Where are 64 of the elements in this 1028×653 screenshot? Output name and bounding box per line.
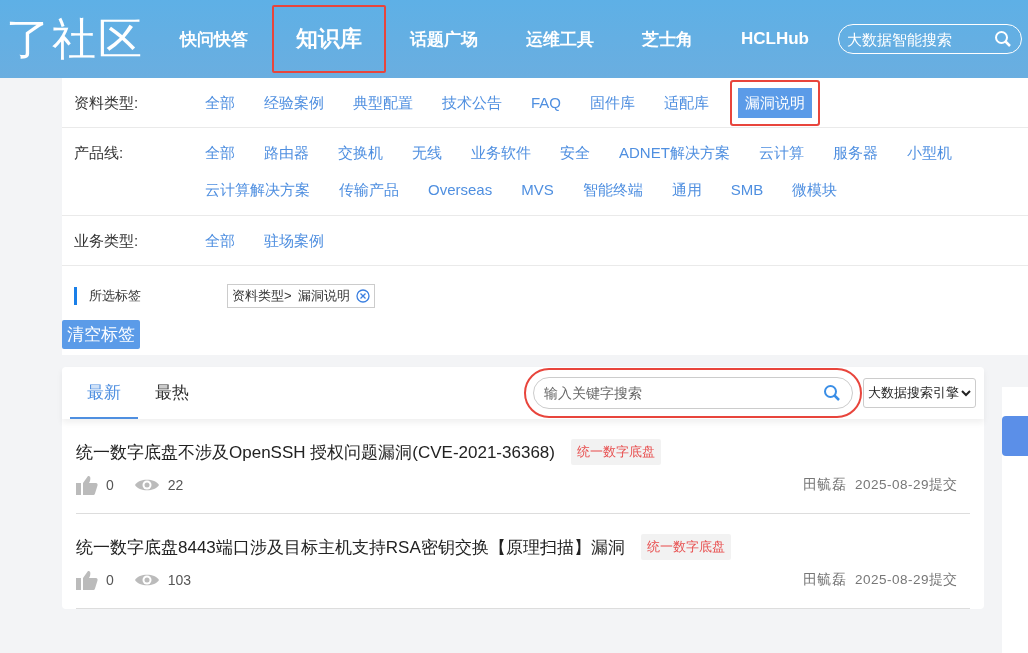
article-title[interactable]: 统一数字底盘不涉及OpenSSH 授权问题漏洞(CVE-2021-36368)	[76, 440, 555, 464]
clear-tags-button[interactable]: 清空标签	[62, 320, 140, 349]
search-icon[interactable]	[994, 30, 1012, 48]
filter-option[interactable]: 驻场案例	[264, 226, 324, 256]
filter-option[interactable]: 交换机	[338, 138, 383, 168]
filter-option[interactable]: 漏洞说明	[730, 80, 820, 126]
thumbs-up-icon[interactable]	[76, 475, 98, 495]
nav-link[interactable]: 芝士角	[618, 19, 717, 59]
filter-option[interactable]: FAQ	[531, 88, 561, 118]
nav-link[interactable]: 运维工具	[502, 19, 618, 59]
selected-tags-label: 所选标签	[74, 287, 227, 305]
view-count: 22	[167, 477, 184, 493]
site-logo[interactable]: 了社区	[6, 9, 156, 69]
nav-link[interactable]: HCLHub	[717, 19, 833, 59]
chevron-down-icon	[961, 389, 971, 397]
search-icon[interactable]	[823, 384, 841, 402]
filter-option[interactable]: 云计算	[758, 138, 804, 168]
filter-option[interactable]: 云计算解决方案	[205, 175, 310, 205]
filter-label: 资料类型:	[73, 93, 140, 113]
filter-option[interactable]: 小型机	[906, 138, 952, 168]
filter-label: 业务类型:	[73, 231, 140, 251]
nav-link[interactable]: 快问快答	[156, 19, 272, 59]
filter-option[interactable]: 传输产品	[339, 175, 399, 205]
site-search-field[interactable]: 大数据智能搜索	[838, 24, 1022, 54]
author-date: 田毓磊 2025-08-29提交	[802, 476, 958, 494]
search-engine-dropdown[interactable]: 大数据搜索引擎	[863, 378, 976, 408]
filter-option[interactable]: 经验案例	[264, 88, 324, 118]
thumbs-up-icon[interactable]	[76, 570, 98, 590]
category-tag: 统一数字底盘	[640, 534, 731, 560]
remove-icon[interactable]	[355, 289, 370, 303]
filter-option[interactable]: 服务器	[832, 138, 878, 168]
eye-icon	[133, 572, 160, 588]
category-tag: 统一数字底盘	[570, 439, 661, 465]
filter-option[interactable]: 典型配置	[353, 88, 413, 118]
filter-option[interactable]: 全部	[205, 88, 235, 118]
filter-option[interactable]: 业务软件	[471, 138, 531, 168]
tag-category: 资料类型>	[232, 287, 292, 305]
filter-option[interactable]: 智能终端	[582, 175, 643, 205]
filter-option[interactable]: 适配库	[664, 88, 709, 118]
eye-icon	[133, 477, 160, 493]
like-count: 0	[106, 477, 114, 493]
filter-option[interactable]: 微模块	[792, 175, 838, 205]
filter-label: 产品线:	[73, 143, 125, 163]
list-tab[interactable]: 最热	[138, 367, 206, 419]
filter-option[interactable]: 固件库	[590, 88, 635, 118]
filter-option[interactable]: 安全	[560, 138, 590, 168]
filter-option[interactable]: MVS	[521, 175, 554, 205]
article-title[interactable]: 统一数字底盘8443端口涉及目标主机支持RSA密钥交换【原理扫描】漏洞	[76, 535, 625, 559]
tag-value: 漏洞说明	[297, 287, 350, 305]
like-count: 0	[106, 572, 114, 588]
filter-option[interactable]: 无线	[412, 138, 442, 168]
filter-option[interactable]: 全部	[205, 138, 235, 168]
filter-option[interactable]: 技术公告	[442, 88, 502, 118]
filter-option[interactable]: 全部	[205, 226, 235, 256]
filter-option[interactable]: SMB	[730, 175, 764, 205]
nav-link[interactable]: 话题广场	[386, 19, 502, 59]
filter-option[interactable]: Overseas	[428, 175, 493, 205]
author-date: 田毓磊 2025-08-29提交	[802, 571, 958, 589]
filter-option[interactable]: 路由器	[264, 138, 309, 168]
filter-option[interactable]: ADNET解决方案	[619, 138, 730, 168]
list-tab[interactable]: 最新	[70, 367, 138, 419]
view-count: 103	[167, 572, 192, 588]
filter-option[interactable]: 通用	[671, 175, 702, 205]
nav-link[interactable]: 知识库	[272, 5, 386, 73]
